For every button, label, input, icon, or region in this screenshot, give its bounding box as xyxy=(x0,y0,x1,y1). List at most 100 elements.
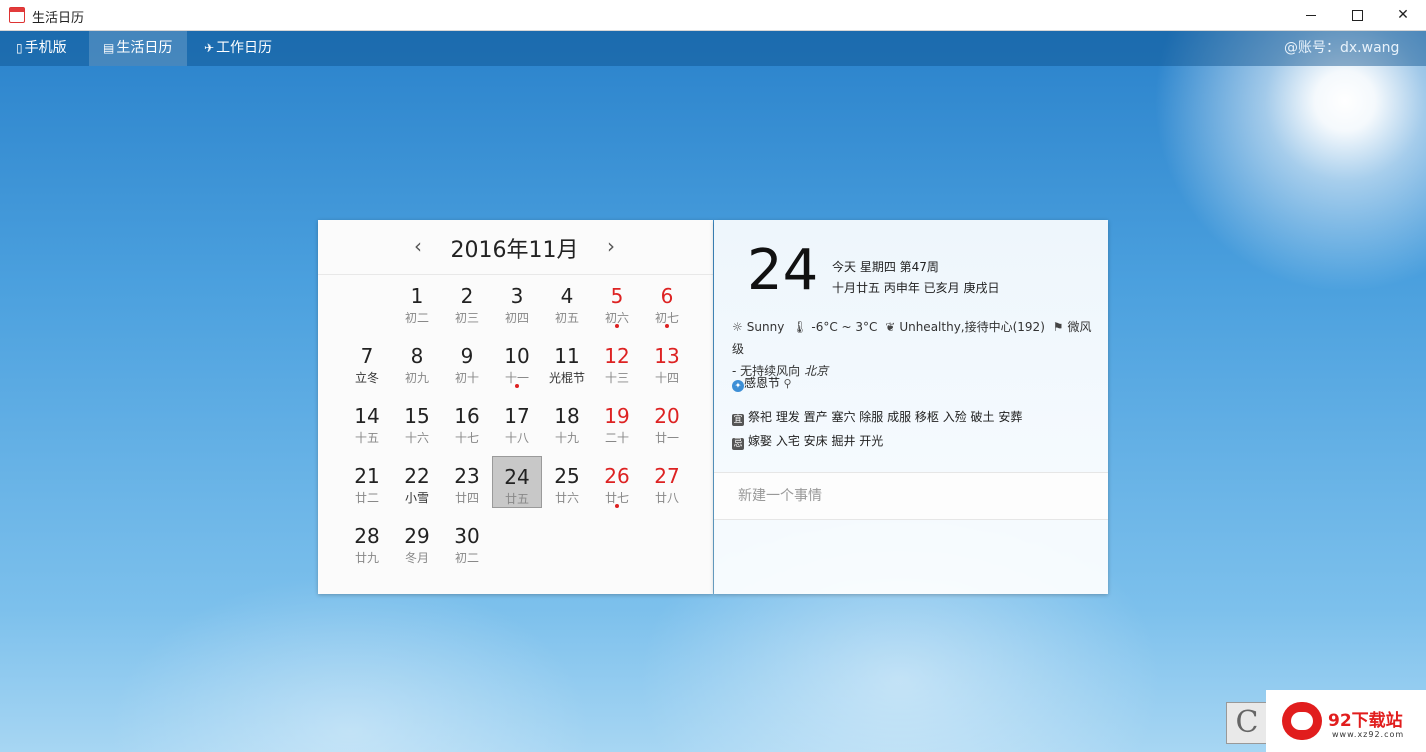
event-dot xyxy=(615,504,619,508)
ji-tag-icon: 忌 xyxy=(732,438,744,450)
lunar-day: 冬月 xyxy=(404,551,429,565)
day-number: 7 xyxy=(360,344,374,368)
day-number: 15 xyxy=(404,404,430,428)
account-link[interactable]: @账号：dx.wang xyxy=(1270,31,1413,66)
lunar-day: 小雪 xyxy=(404,491,429,505)
city-name[interactable]: 北京 xyxy=(804,364,828,378)
event-dot xyxy=(515,384,519,388)
day-cell-7[interactable]: 7 立冬 xyxy=(342,336,392,388)
day-cell-19[interactable]: 19 二十 xyxy=(592,396,642,448)
day-number: 16 xyxy=(454,404,480,428)
day-number: 22 xyxy=(404,464,430,488)
sun-cloud-icon: ☼ xyxy=(732,320,743,334)
nav-work-calendar[interactable]: ✈ 工作日历 xyxy=(190,31,286,66)
day-number: 5 xyxy=(610,284,624,308)
day-number: 21 xyxy=(354,464,380,488)
day-info: 24 今天 星期四 第47周 十月廿五 丙申年 已亥月 庚戌日 ☼ Sunny 🌡… xyxy=(714,220,1108,473)
day-number: 10 xyxy=(504,344,530,368)
lunar-day: 十九 xyxy=(554,431,579,445)
watermark-c-logo: C xyxy=(1226,702,1268,744)
lunar-day: 十七 xyxy=(454,431,479,445)
holiday-name: 感恩节 xyxy=(744,376,781,390)
new-event-input[interactable] xyxy=(738,485,1078,507)
day-cell-23[interactable]: 23 廿四 xyxy=(442,456,492,508)
monkey-logo-icon xyxy=(1282,702,1322,740)
day-number: 18 xyxy=(554,404,580,428)
lunar-day: 二十 xyxy=(604,431,629,445)
day-cell-28[interactable]: 28 廿九 xyxy=(342,516,392,568)
day-number: 28 xyxy=(354,524,380,548)
calendar-header: ‹ 2016年11月 › xyxy=(318,220,713,275)
lunar-day: 廿五 xyxy=(504,492,529,506)
day-cell-18[interactable]: 18 十九 xyxy=(542,396,592,448)
day-cell-29[interactable]: 29 冬月 xyxy=(392,516,442,568)
day-cell-11[interactable]: 11 光棍节 xyxy=(542,336,592,388)
thermometer-icon: 🌡︎ xyxy=(792,320,808,334)
next-month-button[interactable]: › xyxy=(601,234,621,258)
lunar-day: 廿一 xyxy=(654,431,679,445)
lunar-day: 光棍节 xyxy=(548,371,585,385)
day-number: 23 xyxy=(454,464,480,488)
lunar-day: 十五 xyxy=(354,431,379,445)
day-cell-2[interactable]: 2 初三 xyxy=(442,276,492,328)
minimize-button[interactable] xyxy=(1288,0,1334,30)
day-number: 12 xyxy=(604,344,630,368)
new-event-row xyxy=(714,473,1108,520)
lunar-day: 初四 xyxy=(504,311,529,325)
day-cell-10[interactable]: 10 十一 xyxy=(492,336,542,388)
day-cell-17[interactable]: 17 十八 xyxy=(492,396,542,448)
day-cell-14[interactable]: 14 十五 xyxy=(342,396,392,448)
day-number: 24 xyxy=(504,465,530,489)
day-cell-9[interactable]: 9 初十 xyxy=(442,336,492,388)
lunar-day: 廿九 xyxy=(354,551,379,565)
day-cell-21[interactable]: 21 廿二 xyxy=(342,456,392,508)
flag-icon: ⚑ xyxy=(1052,320,1064,334)
holiday-row[interactable]: ✦ 感恩节 ⚲ xyxy=(732,374,792,392)
day-cell-12[interactable]: 12 十三 xyxy=(592,336,642,388)
lunar-day: 十六 xyxy=(404,431,429,445)
auspicious-row: 宜祭祀 理发 置产 塞穴 除服 成服 移柩 入殓 破土 安葬 xyxy=(732,408,1022,426)
calendar-icon: ▤ xyxy=(103,41,115,55)
day-cell-1[interactable]: 1 初二 xyxy=(392,276,442,328)
day-cell-13[interactable]: 13 十四 xyxy=(642,336,692,388)
day-cell-27[interactable]: 27 廿八 xyxy=(642,456,692,508)
day-cell-20[interactable]: 20 廿一 xyxy=(642,396,692,448)
day-number: 4 xyxy=(560,284,574,308)
day-number: 30 xyxy=(454,524,480,548)
lunar-day: 初二 xyxy=(404,311,429,325)
day-number: 29 xyxy=(404,524,430,548)
air-quality: Unhealthy,接待中心(192) xyxy=(899,320,1045,334)
day-cell-8[interactable]: 8 初九 xyxy=(392,336,442,388)
watermark-url: www.xz92.com xyxy=(1332,730,1405,739)
maximize-button[interactable] xyxy=(1334,0,1380,30)
weather-condition: Sunny xyxy=(746,320,785,334)
day-cell-6[interactable]: 6 初七 xyxy=(642,276,692,328)
prev-month-button[interactable]: ‹ xyxy=(408,234,428,258)
day-cell-3[interactable]: 3 初四 xyxy=(492,276,542,328)
day-cell-22[interactable]: 22 小雪 xyxy=(392,456,442,508)
day-cell-16[interactable]: 16 十七 xyxy=(442,396,492,448)
auspicious-activities: 祭祀 理发 置产 塞穴 除服 成服 移柩 入殓 破土 安葬 xyxy=(748,410,1023,424)
day-cell-30[interactable]: 30 初二 xyxy=(442,516,492,568)
day-number: 27 xyxy=(654,464,680,488)
day-cell-24[interactable]: 24 廿五 xyxy=(492,456,542,508)
day-cell-25[interactable]: 25 廿六 xyxy=(542,456,592,508)
nav-work-label: 工作日历 xyxy=(216,40,273,56)
day-number: 9 xyxy=(460,344,474,368)
phone-icon: ▯ xyxy=(16,41,23,55)
day-number: 25 xyxy=(554,464,580,488)
close-button[interactable]: ✕ xyxy=(1380,0,1426,30)
nav-life-calendar[interactable]: ▤ 生活日历 xyxy=(89,31,187,66)
day-cell-4[interactable]: 4 初五 xyxy=(542,276,592,328)
day-cell-5[interactable]: 5 初六 xyxy=(592,276,642,328)
nav-phone-version[interactable]: ▯ 手机版 xyxy=(2,31,81,66)
lunar-day: 初十 xyxy=(454,371,479,385)
lunar-day: 廿二 xyxy=(354,491,379,505)
calendar-panel: ‹ 2016年11月 › 1 初二 2 初三 3 初四 4 初五 5 初六 6 初七 7 立冬 8 初九 9 初十… xyxy=(318,220,713,594)
day-cell-15[interactable]: 15 十六 xyxy=(392,396,442,448)
day-detail-panel: 24 今天 星期四 第47周 十月廿五 丙申年 已亥月 庚戌日 ☼ Sunny 🌡… xyxy=(714,220,1108,594)
day-number: 3 xyxy=(510,284,524,308)
lunar-day: 初五 xyxy=(554,311,579,325)
day-cell-26[interactable]: 26 廿七 xyxy=(592,456,642,508)
day-number: 1 xyxy=(410,284,424,308)
